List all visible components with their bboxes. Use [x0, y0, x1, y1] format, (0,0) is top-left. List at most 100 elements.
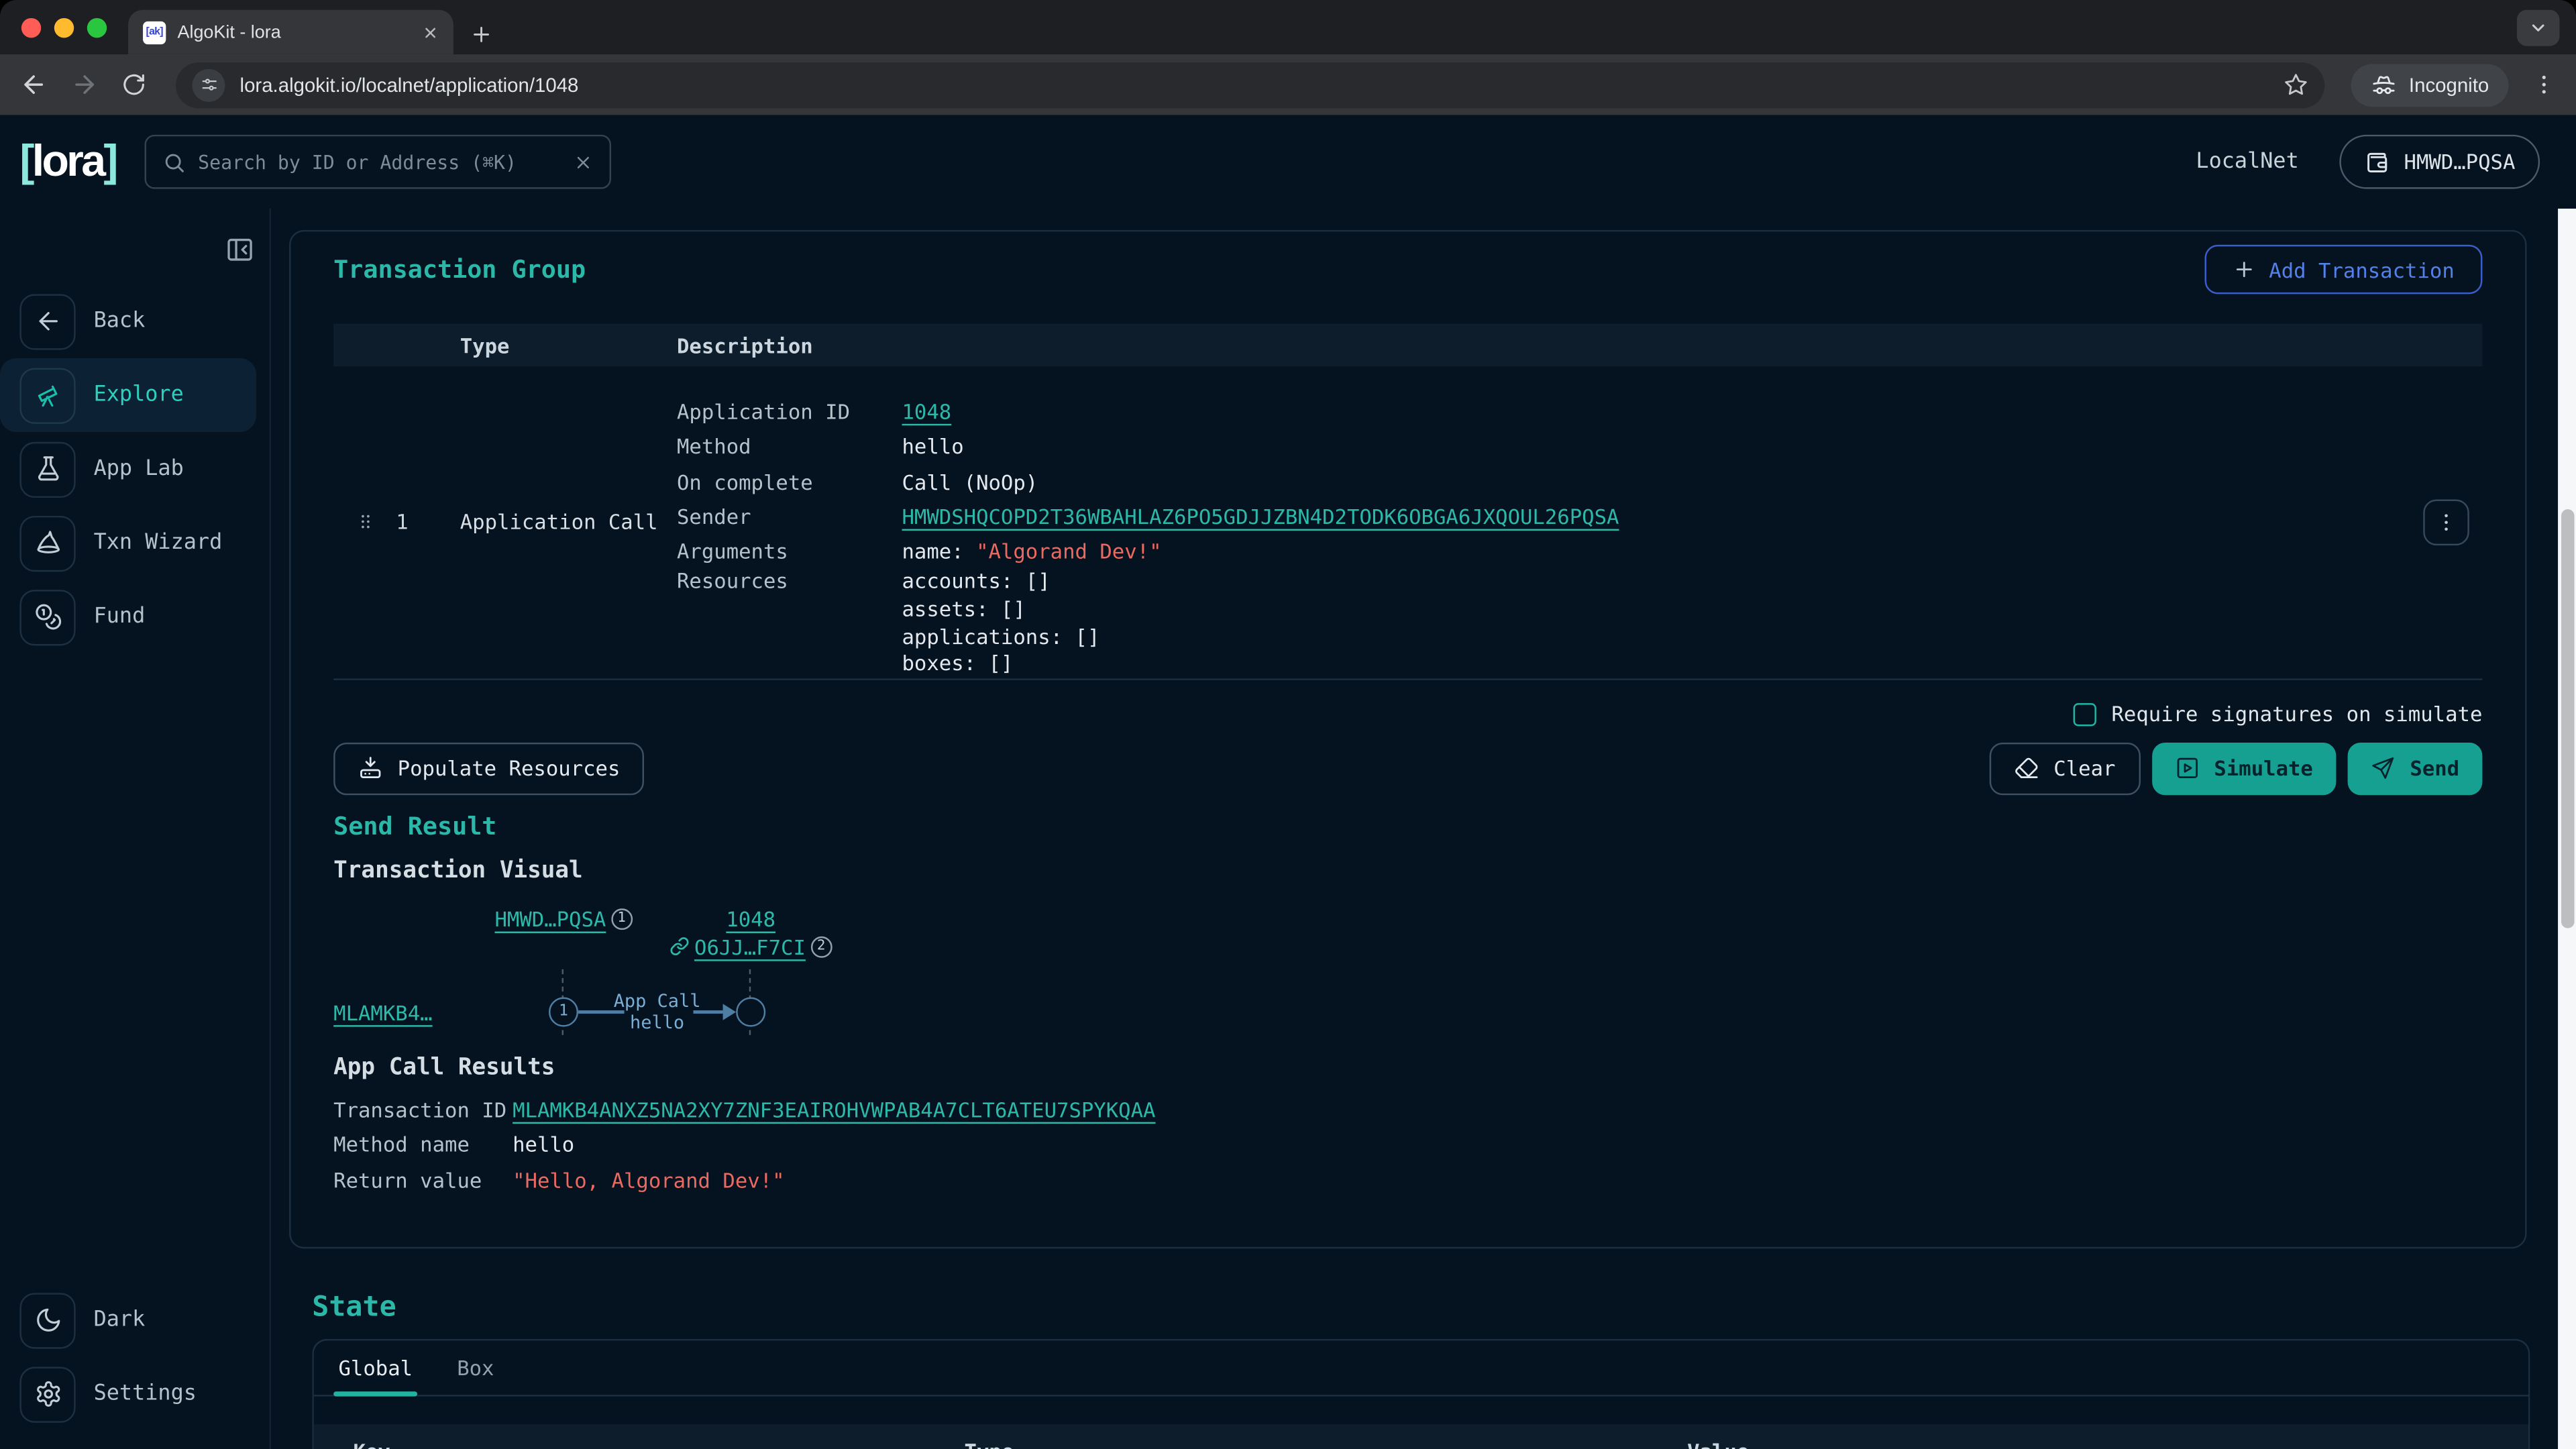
- maximize-window-button[interactable]: [87, 17, 107, 37]
- sidebar-item-settings[interactable]: Settings: [0, 1357, 256, 1431]
- state-card: Global Box Key Type Value: [312, 1339, 2530, 1449]
- tab-close-icon[interactable]: [422, 24, 438, 40]
- download-tray-icon: [358, 756, 383, 781]
- address-bar[interactable]: lora.algokit.io/localnet/application/104…: [176, 62, 2325, 108]
- sidebar-item-label: App Lab: [94, 457, 184, 482]
- sidebar-item-label: Settings: [94, 1382, 197, 1407]
- back-nav-icon[interactable]: [19, 70, 48, 99]
- simulate-button[interactable]: Simulate: [2151, 743, 2336, 795]
- result-label: Return value: [333, 1163, 513, 1199]
- scrollbar-thumb[interactable]: [2561, 509, 2574, 928]
- tab-favicon: [ak]: [143, 21, 166, 44]
- send-result-title: Send Result: [333, 811, 2482, 841]
- diagram-app-link[interactable]: 1048: [726, 906, 775, 931]
- browser-tab[interactable]: [ak] AlgoKit - lora: [128, 10, 453, 54]
- require-signatures-label: Require signatures on simulate: [2111, 702, 2482, 727]
- resources-list: accounts: [] assets: [] applications: []…: [902, 570, 2410, 679]
- tab-global[interactable]: Global: [338, 1355, 413, 1395]
- diagram-edge-caption: App Call hello: [614, 990, 701, 1033]
- column-description: Description: [677, 333, 2410, 358]
- reload-icon[interactable]: [121, 72, 146, 97]
- diagram-group-link[interactable]: O6JJ…F7CI: [694, 934, 806, 959]
- field-label: Application ID: [677, 394, 902, 429]
- transaction-group-title: Transaction Group: [333, 255, 586, 284]
- site-info-icon[interactable]: [193, 68, 225, 101]
- field-label: Arguments: [677, 534, 902, 569]
- incognito-badge: Incognito: [2351, 63, 2508, 106]
- send-icon: [2371, 756, 2396, 781]
- browser-menu-icon[interactable]: [2532, 72, 2557, 97]
- close-window-button[interactable]: [21, 17, 41, 37]
- require-signatures-checkbox[interactable]: [2074, 703, 2096, 726]
- sidebar: Back Explore App Lab Txn Wizard: [0, 209, 271, 1449]
- wallet-icon: [2365, 149, 2391, 175]
- logo-word: lora: [32, 136, 104, 185]
- wizard-hat-icon: [19, 515, 75, 571]
- sidebar-item-label: Back: [94, 309, 146, 333]
- gear-icon: [19, 1366, 75, 1421]
- window-controls: [0, 0, 128, 54]
- logo-bracket-close: ]: [103, 136, 115, 185]
- header-right: LocalNet HMWD…PQSA: [2196, 135, 2556, 189]
- diagram-sender-label[interactable]: HMWD…PQSA 1: [494, 906, 632, 931]
- transaction-row[interactable]: 1 Application Call Application ID1048 Me…: [333, 366, 2482, 680]
- on-complete-value: Call (NoOp): [902, 464, 2410, 499]
- edge-method-label: hello: [614, 1012, 701, 1033]
- populate-resources-button[interactable]: Populate Resources: [333, 743, 645, 795]
- resource-item: accounts: []: [902, 570, 2410, 597]
- sidebar-item-txn-wizard[interactable]: Txn Wizard: [0, 506, 256, 580]
- sidebar-item-label: Fund: [94, 604, 146, 629]
- search-box[interactable]: [144, 135, 610, 189]
- forward-nav-icon[interactable]: [70, 70, 99, 99]
- browser-tabstrip: [ak] AlgoKit - lora: [0, 0, 2576, 54]
- drag-handle-icon[interactable]: [355, 512, 376, 533]
- tab-search-chevron-icon[interactable]: [2517, 10, 2560, 46]
- transaction-id-link[interactable]: MLAMKB4ANXZ5NA2XY7ZNF3EAIROHVWPAB4A7CLT6…: [513, 1097, 1155, 1122]
- send-button[interactable]: Send: [2347, 743, 2482, 795]
- resource-item: boxes: []: [902, 651, 2410, 678]
- eraser-icon: [2015, 756, 2039, 781]
- clear-label: Clear: [2053, 756, 2115, 781]
- transaction-type: Application Call: [460, 510, 677, 535]
- method-name-value: hello: [513, 1128, 2482, 1163]
- minimize-window-button[interactable]: [54, 17, 74, 37]
- network-label[interactable]: LocalNet: [2196, 150, 2298, 174]
- app-call-results: Transaction IDMLAMKB4ANXZ5NA2XY7ZNF3EAIR…: [333, 1092, 2482, 1198]
- incognito-label: Incognito: [2409, 73, 2489, 96]
- diagram-to-node[interactable]: [736, 997, 765, 1026]
- bookmark-star-icon[interactable]: [2284, 72, 2309, 97]
- argument-key: name:: [902, 539, 976, 564]
- sidebar-item-label: Txn Wizard: [94, 531, 223, 555]
- application-id-link[interactable]: 1048: [902, 399, 951, 424]
- add-transaction-button[interactable]: Add Transaction: [2205, 245, 2483, 294]
- sidebar-item-back[interactable]: Back: [0, 284, 256, 358]
- diagram-group-label[interactable]: O6JJ…F7CI 2: [669, 934, 832, 959]
- main-content: Transaction Group Add Transaction Type D…: [271, 209, 2558, 1449]
- diagram-sender-badge: 1: [611, 908, 633, 930]
- sidebar-item-fund[interactable]: Fund: [0, 580, 256, 653]
- wallet-button[interactable]: HMWD…PQSA: [2340, 135, 2540, 189]
- search-icon: [162, 150, 184, 173]
- diagram-txn-link[interactable]: MLAMKB4…: [333, 1000, 432, 1025]
- sidebar-item-app-lab[interactable]: App Lab: [0, 432, 256, 506]
- new-tab-button[interactable]: [470, 23, 492, 46]
- sidebar-item-label: Explore: [94, 383, 184, 408]
- search-clear-icon[interactable]: [573, 152, 592, 172]
- tab-box[interactable]: Box: [457, 1355, 494, 1395]
- lora-logo[interactable]: [lora]: [19, 136, 115, 187]
- square-play-icon: [2175, 756, 2200, 781]
- sidebar-collapse-icon[interactable]: [225, 235, 255, 264]
- sidebar-item-theme-dark[interactable]: Dark: [0, 1283, 256, 1357]
- app-header: [lora] LocalNet HMWD…PQSA: [0, 115, 2576, 209]
- diagram-from-node[interactable]: 1: [549, 997, 578, 1026]
- wallet-address: HMWD…PQSA: [2404, 150, 2516, 174]
- diagram-app-label[interactable]: 1048: [726, 906, 775, 931]
- resource-item: applications: []: [902, 624, 2410, 651]
- diagram-sender-link[interactable]: HMWD…PQSA: [494, 906, 606, 931]
- sidebar-item-explore[interactable]: Explore: [0, 358, 256, 432]
- search-input[interactable]: [198, 150, 559, 173]
- clear-button[interactable]: Clear: [1990, 743, 2140, 795]
- sender-address-link[interactable]: HMWDSHQCOPD2T36WBAHLAZ6PO5GDJJZBN4D2TODK…: [902, 504, 1619, 529]
- link-chain-icon: [669, 937, 689, 957]
- row-menu-button[interactable]: [2423, 499, 2469, 545]
